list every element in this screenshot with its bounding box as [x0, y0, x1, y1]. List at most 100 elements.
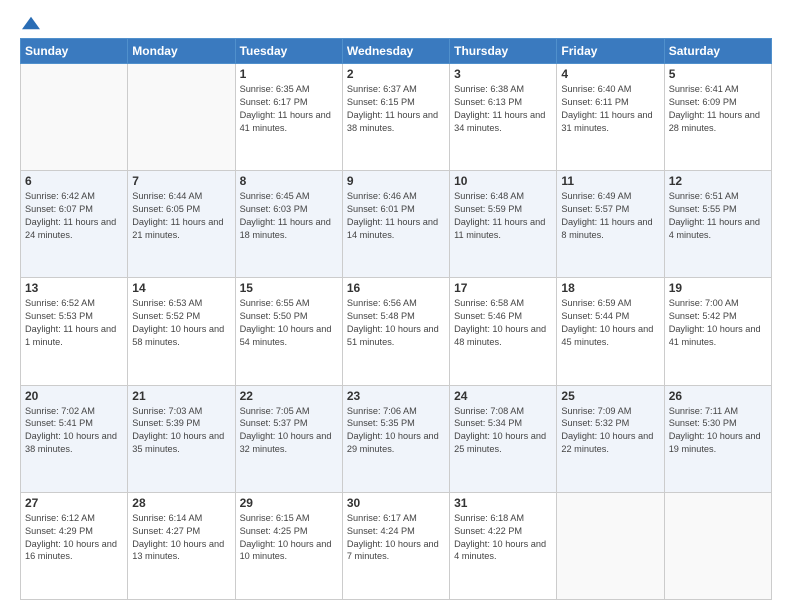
day-number: 28	[132, 496, 230, 510]
logo-arrow-icon	[22, 16, 40, 30]
day-number: 27	[25, 496, 123, 510]
day-info: Sunrise: 6:42 AM Sunset: 6:07 PM Dayligh…	[25, 190, 123, 242]
calendar-cell: 7 Sunrise: 6:44 AM Sunset: 6:05 PM Daylig…	[128, 171, 235, 278]
weekday-header-friday: Friday	[557, 39, 664, 64]
day-info: Sunrise: 6:44 AM Sunset: 6:05 PM Dayligh…	[132, 190, 230, 242]
calendar-cell: 16 Sunrise: 6:56 AM Sunset: 5:48 PM Dayli…	[342, 278, 449, 385]
day-number: 19	[669, 281, 767, 295]
calendar-week-5: 27 Sunrise: 6:12 AM Sunset: 4:29 PM Dayli…	[21, 492, 772, 599]
calendar-cell: 14Sunrise: 6:53 AM Sunset: 5:52 PM Dayli…	[128, 278, 235, 385]
weekday-header-saturday: Saturday	[664, 39, 771, 64]
calendar-cell: 10 Sunrise: 6:48 AM Sunset: 5:59 PM Dayli…	[450, 171, 557, 278]
calendar-cell: 24Sunrise: 7:08 AM Sunset: 5:34 PM Dayli…	[450, 385, 557, 492]
calendar-cell: 25 Sunrise: 7:09 AM Sunset: 5:32 PM Dayli…	[557, 385, 664, 492]
page: SundayMondayTuesdayWednesdayThursdayFrid…	[0, 0, 792, 612]
day-number: 22	[240, 389, 338, 403]
calendar-cell: 26 Sunrise: 7:11 AM Sunset: 5:30 PM Dayli…	[664, 385, 771, 492]
calendar-cell	[21, 64, 128, 171]
calendar-cell: 4Sunrise: 6:40 AM Sunset: 6:11 PM Daylig…	[557, 64, 664, 171]
day-info: Sunrise: 6:18 AM Sunset: 4:22 PM Dayligh…	[454, 512, 552, 564]
day-number: 18	[561, 281, 659, 295]
day-info: Sunrise: 6:37 AM Sunset: 6:15 PM Dayligh…	[347, 83, 445, 135]
calendar-cell: 19 Sunrise: 7:00 AM Sunset: 5:42 PM Dayli…	[664, 278, 771, 385]
calendar-cell: 6 Sunrise: 6:42 AM Sunset: 6:07 PM Daylig…	[21, 171, 128, 278]
day-number: 31	[454, 496, 552, 510]
calendar-cell: 21Sunrise: 7:03 AM Sunset: 5:39 PM Dayli…	[128, 385, 235, 492]
calendar-cell: 30 Sunrise: 6:17 AM Sunset: 4:24 PM Dayli…	[342, 492, 449, 599]
logo	[20, 16, 40, 30]
weekday-header-monday: Monday	[128, 39, 235, 64]
calendar-week-1: 1Sunrise: 6:35 AM Sunset: 6:17 PM Daylig…	[21, 64, 772, 171]
day-info: Sunrise: 7:00 AM Sunset: 5:42 PM Dayligh…	[669, 297, 767, 349]
day-info: Sunrise: 6:35 AM Sunset: 6:17 PM Dayligh…	[240, 83, 338, 135]
calendar-week-3: 13 Sunrise: 6:52 AM Sunset: 5:53 PM Dayli…	[21, 278, 772, 385]
calendar-cell: 3 Sunrise: 6:38 AM Sunset: 6:13 PM Daylig…	[450, 64, 557, 171]
calendar-cell	[664, 492, 771, 599]
day-info: Sunrise: 7:05 AM Sunset: 5:37 PM Dayligh…	[240, 405, 338, 457]
calendar-cell: 27 Sunrise: 6:12 AM Sunset: 4:29 PM Dayli…	[21, 492, 128, 599]
calendar-cell	[128, 64, 235, 171]
calendar-cell: 11Sunrise: 6:49 AM Sunset: 5:57 PM Dayli…	[557, 171, 664, 278]
day-number: 13	[25, 281, 123, 295]
weekday-header-wednesday: Wednesday	[342, 39, 449, 64]
day-info: Sunrise: 6:12 AM Sunset: 4:29 PM Dayligh…	[25, 512, 123, 564]
day-number: 7	[132, 174, 230, 188]
day-number: 29	[240, 496, 338, 510]
day-number: 24	[454, 389, 552, 403]
calendar-cell: 1Sunrise: 6:35 AM Sunset: 6:17 PM Daylig…	[235, 64, 342, 171]
day-info: Sunrise: 7:03 AM Sunset: 5:39 PM Dayligh…	[132, 405, 230, 457]
day-info: Sunrise: 6:51 AM Sunset: 5:55 PM Dayligh…	[669, 190, 767, 242]
day-number: 10	[454, 174, 552, 188]
day-number: 2	[347, 67, 445, 81]
day-info: Sunrise: 6:48 AM Sunset: 5:59 PM Dayligh…	[454, 190, 552, 242]
day-number: 16	[347, 281, 445, 295]
calendar-cell: 5 Sunrise: 6:41 AM Sunset: 6:09 PM Daylig…	[664, 64, 771, 171]
day-info: Sunrise: 6:15 AM Sunset: 4:25 PM Dayligh…	[240, 512, 338, 564]
day-number: 25	[561, 389, 659, 403]
calendar-cell: 23 Sunrise: 7:06 AM Sunset: 5:35 PM Dayli…	[342, 385, 449, 492]
day-info: Sunrise: 6:41 AM Sunset: 6:09 PM Dayligh…	[669, 83, 767, 135]
day-info: Sunrise: 6:17 AM Sunset: 4:24 PM Dayligh…	[347, 512, 445, 564]
day-info: Sunrise: 6:56 AM Sunset: 5:48 PM Dayligh…	[347, 297, 445, 349]
day-number: 8	[240, 174, 338, 188]
day-info: Sunrise: 6:14 AM Sunset: 4:27 PM Dayligh…	[132, 512, 230, 564]
day-number: 23	[347, 389, 445, 403]
day-info: Sunrise: 7:06 AM Sunset: 5:35 PM Dayligh…	[347, 405, 445, 457]
weekday-header-row: SundayMondayTuesdayWednesdayThursdayFrid…	[21, 39, 772, 64]
day-number: 9	[347, 174, 445, 188]
day-info: Sunrise: 6:52 AM Sunset: 5:53 PM Dayligh…	[25, 297, 123, 349]
calendar-cell: 12Sunrise: 6:51 AM Sunset: 5:55 PM Dayli…	[664, 171, 771, 278]
day-number: 5	[669, 67, 767, 81]
calendar-cell: 2 Sunrise: 6:37 AM Sunset: 6:15 PM Daylig…	[342, 64, 449, 171]
calendar-cell: 8Sunrise: 6:45 AM Sunset: 6:03 PM Daylig…	[235, 171, 342, 278]
calendar-cell: 31 Sunrise: 6:18 AM Sunset: 4:22 PM Dayli…	[450, 492, 557, 599]
day-info: Sunrise: 6:58 AM Sunset: 5:46 PM Dayligh…	[454, 297, 552, 349]
day-number: 26	[669, 389, 767, 403]
day-info: Sunrise: 6:49 AM Sunset: 5:57 PM Dayligh…	[561, 190, 659, 242]
day-number: 15	[240, 281, 338, 295]
day-number: 17	[454, 281, 552, 295]
calendar-cell	[557, 492, 664, 599]
weekday-header-sunday: Sunday	[21, 39, 128, 64]
day-info: Sunrise: 6:38 AM Sunset: 6:13 PM Dayligh…	[454, 83, 552, 135]
day-number: 30	[347, 496, 445, 510]
day-info: Sunrise: 6:55 AM Sunset: 5:50 PM Dayligh…	[240, 297, 338, 349]
calendar-cell: 20Sunrise: 7:02 AM Sunset: 5:41 PM Dayli…	[21, 385, 128, 492]
day-number: 3	[454, 67, 552, 81]
calendar-cell: 29 Sunrise: 6:15 AM Sunset: 4:25 PM Dayli…	[235, 492, 342, 599]
header	[20, 16, 772, 30]
calendar-cell: 22 Sunrise: 7:05 AM Sunset: 5:37 PM Dayli…	[235, 385, 342, 492]
calendar-cell: 17 Sunrise: 6:58 AM Sunset: 5:46 PM Dayli…	[450, 278, 557, 385]
calendar-cell: 28 Sunrise: 6:14 AM Sunset: 4:27 PM Dayli…	[128, 492, 235, 599]
day-number: 6	[25, 174, 123, 188]
calendar-week-4: 20Sunrise: 7:02 AM Sunset: 5:41 PM Dayli…	[21, 385, 772, 492]
day-info: Sunrise: 6:53 AM Sunset: 5:52 PM Dayligh…	[132, 297, 230, 349]
day-info: Sunrise: 7:09 AM Sunset: 5:32 PM Dayligh…	[561, 405, 659, 457]
calendar-cell: 18Sunrise: 6:59 AM Sunset: 5:44 PM Dayli…	[557, 278, 664, 385]
day-info: Sunrise: 7:11 AM Sunset: 5:30 PM Dayligh…	[669, 405, 767, 457]
calendar-cell: 13 Sunrise: 6:52 AM Sunset: 5:53 PM Dayli…	[21, 278, 128, 385]
day-info: Sunrise: 7:02 AM Sunset: 5:41 PM Dayligh…	[25, 405, 123, 457]
calendar-cell: 15 Sunrise: 6:55 AM Sunset: 5:50 PM Dayli…	[235, 278, 342, 385]
day-number: 4	[561, 67, 659, 81]
weekday-header-thursday: Thursday	[450, 39, 557, 64]
